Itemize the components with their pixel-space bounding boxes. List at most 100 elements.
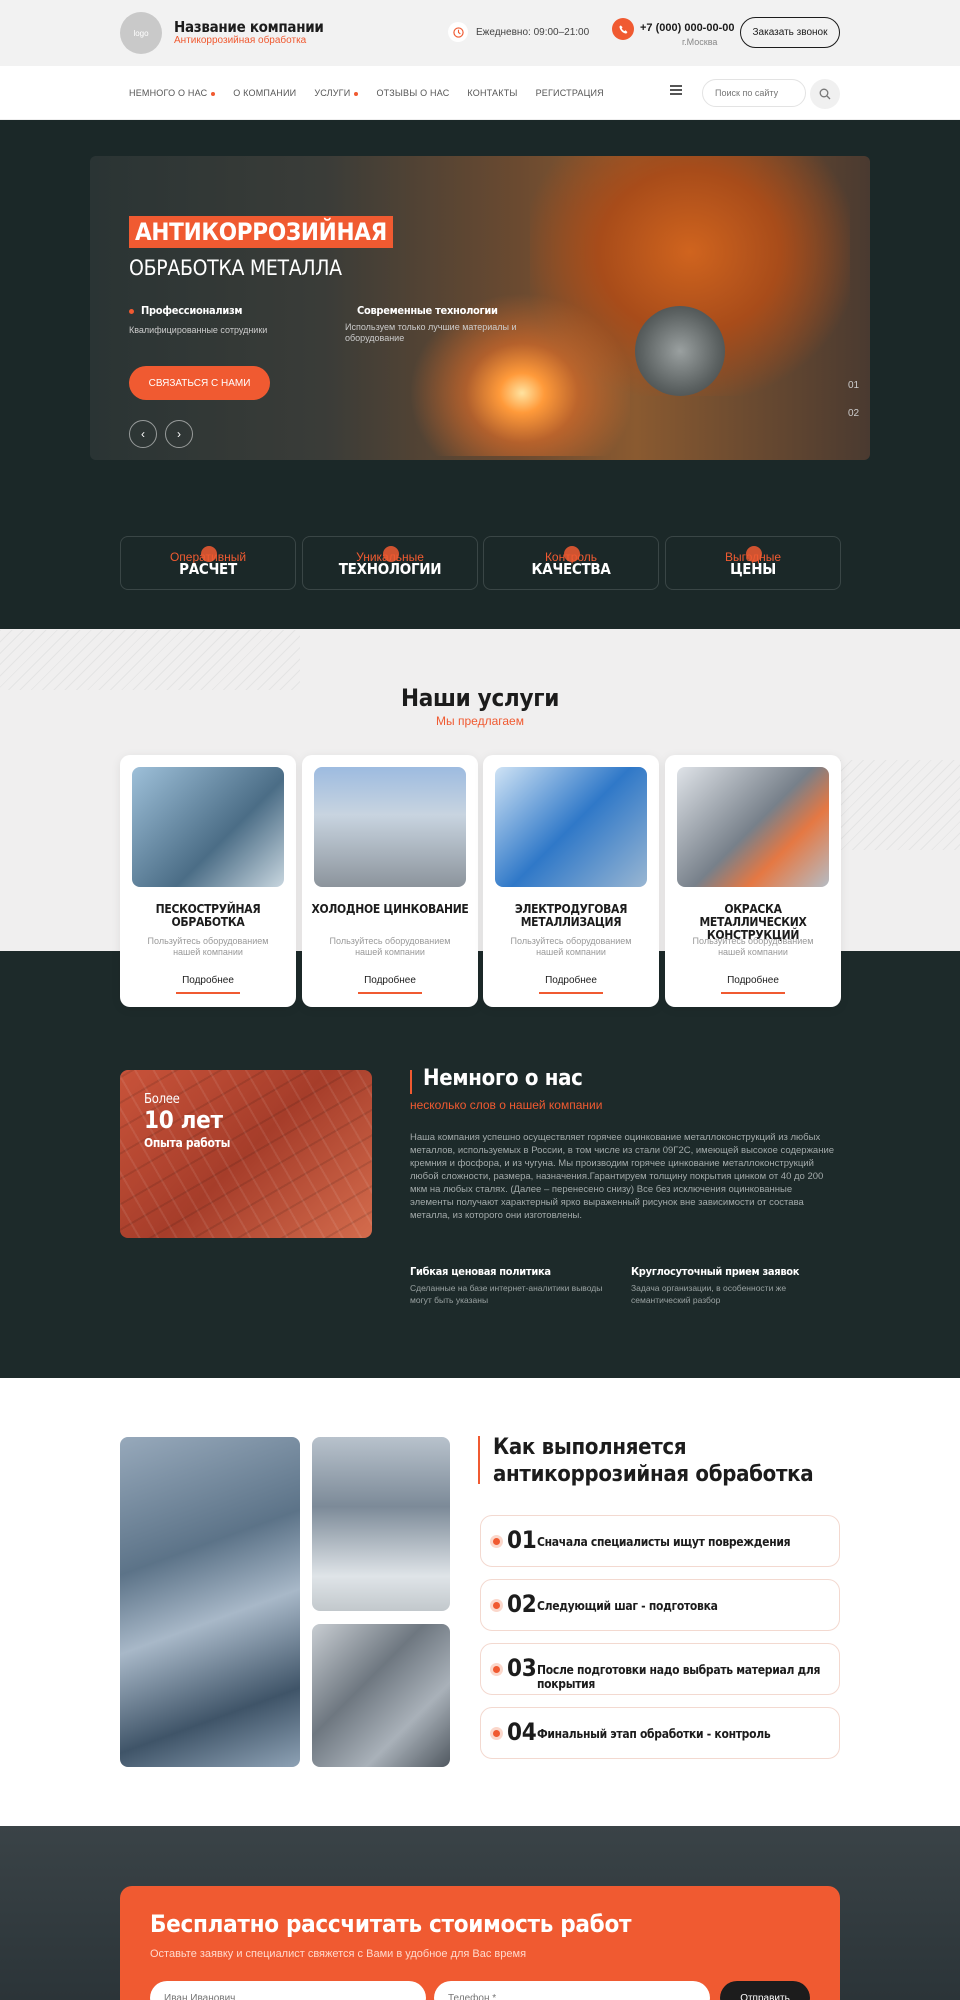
working-hours: Ежедневно: 09:00–21:00 (476, 27, 590, 38)
submit-button[interactable]: Отправить (720, 1981, 810, 2000)
nav-item[interactable]: Немного о нас (129, 88, 216, 98)
step-number: 01 (507, 1526, 537, 1554)
nav-item[interactable]: Услуги (314, 88, 359, 98)
feature-dot (129, 309, 134, 314)
search-icon (819, 88, 831, 100)
service-image (677, 767, 829, 887)
advantage-dot-icon (564, 546, 580, 562)
nav-item-label: Немного о нас (129, 88, 208, 98)
more-link[interactable]: Подробнее (358, 975, 422, 994)
hero-title: ОБРАБОТКА МЕТАЛЛА (129, 256, 342, 280)
advantage-card: КонтрольКАЧЕСТВА (483, 536, 659, 590)
hero-feature-text: Используем только лучшие материалы и обо… (345, 322, 517, 343)
nav-item[interactable]: О компании (233, 88, 296, 98)
hero-feature-title: Профессионализм (141, 304, 243, 317)
process-image (120, 1437, 300, 1767)
service-card[interactable]: ХОЛОДНОЕ ЦИНКОВАНИЕ Пользуйтесь оборудова… (302, 755, 478, 1007)
nav-item[interactable]: Регистрация (536, 88, 604, 98)
contact-us-button[interactable]: СВЯЗАТЬСЯ С НАМИ (129, 366, 270, 400)
step-number: 04 (507, 1718, 537, 1746)
chevron-right-icon: › (177, 427, 181, 441)
service-card[interactable]: ПЕСКОСТРУЙНАЯ ОБРАБОТКА Пользуйтесь обору… (120, 755, 296, 1007)
slider-next-button[interactable]: › (165, 420, 193, 448)
phone-number[interactable]: +7 (000) 000-00-00 (640, 22, 734, 34)
nav-item-label: Отзывы о нас (376, 88, 450, 98)
advantage-card: УникальныеТЕХНОЛОГИИ (302, 536, 478, 590)
hero-feature-title: Современные технологии (357, 304, 498, 317)
advantage-card: ОперативныйРАСЧЕТ (120, 536, 296, 590)
name-input[interactable] (150, 1981, 426, 2000)
decor-stripes (840, 760, 960, 850)
advantage-big: КАЧЕСТВА (531, 560, 611, 578)
process-title-line: Как выполняется (493, 1435, 687, 1460)
chevron-left-icon: ‹ (141, 427, 145, 441)
process-title: Как выполняется антикоррозийная обработк… (493, 1434, 814, 1488)
service-image (314, 767, 466, 887)
service-text: Пользуйтесь оборудованием нашей компании (692, 936, 814, 957)
step-number: 03 (507, 1654, 537, 1682)
about-text: Наша компания успешно осуществляет горяч… (410, 1132, 835, 1221)
process-step: 02 Следующий шаг - подготовка (480, 1579, 840, 1631)
nav-item-label: Регистрация (535, 88, 604, 98)
company-name: Название компании (174, 18, 324, 36)
step-dot-icon (493, 1730, 500, 1737)
step-text: После подготовки надо выбрать материал д… (537, 1663, 821, 1691)
about-subtitle: несколько слов о нашей компании (410, 1098, 603, 1112)
more-link[interactable]: Подробнее (176, 975, 240, 994)
form-title: Бесплатно рассчитать стоимость работ (150, 1910, 632, 1938)
accent-bar (410, 1070, 412, 1094)
clock-icon (448, 22, 468, 42)
nav-item-label: О компании (233, 88, 297, 98)
accent-bar (478, 1436, 480, 1484)
about-feature-text: Сделанные на базе интернет-аналитики выв… (410, 1283, 603, 1305)
step-text: Финальный этап обработки - контроль (537, 1727, 771, 1741)
more-link[interactable]: Подробнее (721, 975, 785, 994)
nav-item-label: Услуги (314, 88, 351, 98)
process-image (312, 1437, 450, 1611)
advantage-big: ЦЕНЫ (730, 560, 776, 578)
slide-indicator[interactable]: 01 (848, 380, 859, 391)
slider-prev-button[interactable]: ‹ (129, 420, 157, 448)
callback-button[interactable]: Заказать звонок (740, 17, 840, 48)
nav-item[interactable]: Отзывы о нас (376, 88, 449, 98)
hero-badge: АНТИКОРРОЗИЙНАЯ (129, 216, 393, 248)
services-title: Наши услуги (400, 684, 560, 712)
step-text: Сначала специалисты ищут повреждения (537, 1535, 791, 1549)
slide-indicator[interactable]: 02 (848, 408, 859, 419)
nav-item[interactable]: Контакты (467, 88, 517, 98)
dropdown-icon (211, 91, 216, 96)
service-title: ХОЛОДНОЕ ЦИНКОВАНИЕ (311, 902, 469, 916)
about-feature-title: Гибкая ценовая политика (410, 1265, 551, 1278)
service-title: ЭЛЕКТРОДУГОВАЯ МЕТАЛЛИЗАЦИЯ (514, 902, 628, 929)
search-input[interactable] (702, 79, 806, 107)
process-step: 03 После подготовки надо выбрать материал… (480, 1643, 840, 1695)
phone-input[interactable] (434, 1981, 710, 2000)
service-card[interactable]: ЭЛЕКТРОДУГОВАЯ МЕТАЛЛИЗАЦИЯ Пользуйтесь о… (483, 755, 659, 1007)
service-image (132, 767, 284, 887)
step-dot-icon (493, 1538, 500, 1545)
process-step: 04 Финальный этап обработки - контроль (480, 1707, 840, 1759)
more-link[interactable]: Подробнее (539, 975, 603, 994)
form-subtitle: Оставьте заявку и специалист свяжется с … (150, 1948, 527, 1960)
process-image (312, 1624, 450, 1767)
decor-stripes (0, 630, 300, 690)
nav-item-label: Контакты (467, 88, 518, 98)
company-subtitle: Антикоррозийная обработка (174, 35, 307, 46)
step-number: 02 (507, 1590, 537, 1618)
about-feature-title: Круглосуточный прием заявок (631, 1265, 800, 1278)
about-title: Немного о нас (423, 1066, 583, 1091)
process-title-line: антикоррозийная обработка (493, 1462, 814, 1487)
about-feature-text: Задача организации, в особенности же сем… (631, 1283, 787, 1305)
hero-feature-text: Квалифицированные сотрудники (129, 325, 268, 335)
advantage-card: ВыгодныеЦЕНЫ (665, 536, 841, 590)
search-button[interactable] (810, 79, 840, 109)
service-card[interactable]: ОКРАСКА МЕТАЛЛИЧЕСКИХ КОНСТРУКЦИЙ Пользуй… (665, 755, 841, 1007)
menu-icon[interactable] (670, 85, 682, 95)
service-title: ПЕСКОСТРУЙНАЯ ОБРАБОТКА (155, 902, 261, 929)
advantage-dot-icon (383, 546, 399, 562)
advantage-big: ТЕХНОЛОГИИ (338, 560, 442, 578)
logo[interactable]: logo (120, 12, 162, 54)
advantage-big: РАСЧЕТ (179, 560, 237, 578)
step-dot-icon (493, 1602, 500, 1609)
dropdown-icon (354, 91, 359, 96)
